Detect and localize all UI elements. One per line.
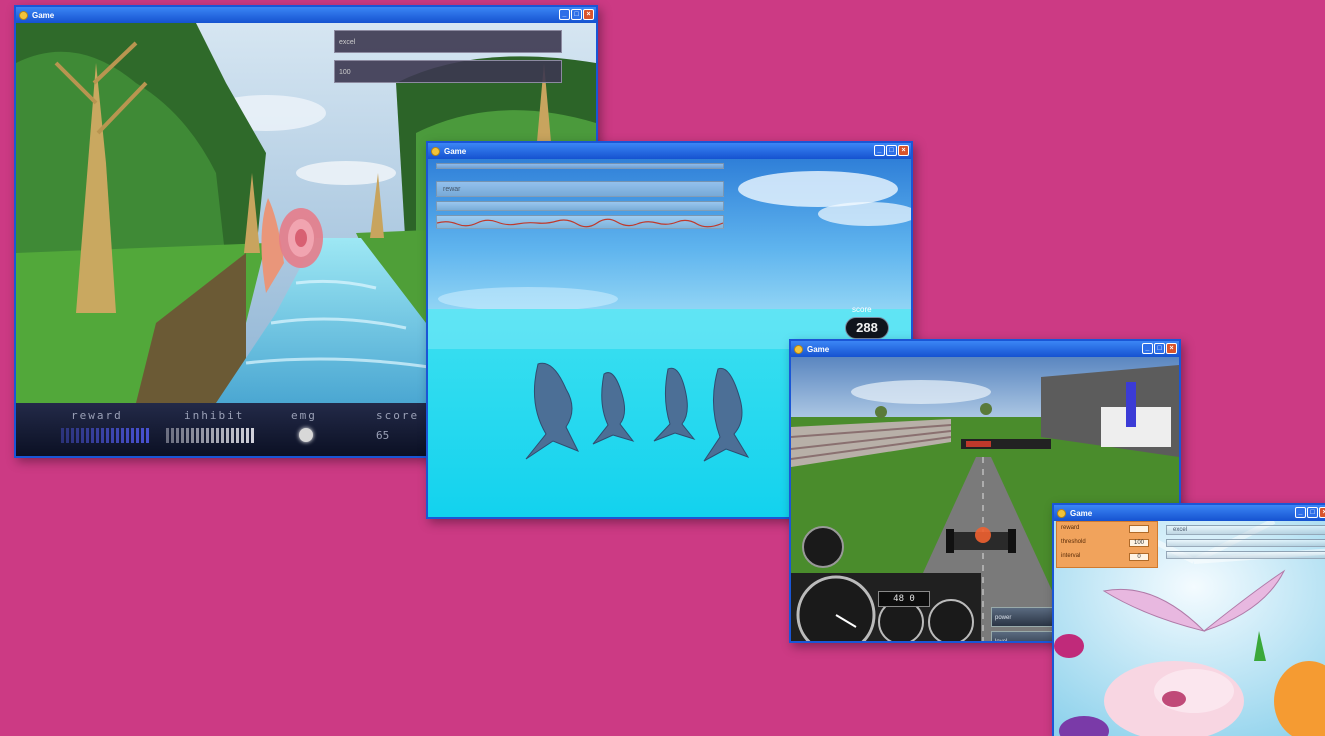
meter-segment <box>96 428 99 443</box>
signal-trace <box>436 218 724 228</box>
meter-segment <box>71 428 74 443</box>
meter-segment <box>226 428 229 443</box>
meter-segment <box>91 428 94 443</box>
meter-segment <box>171 428 174 443</box>
meter-segment <box>241 428 244 443</box>
minimize-icon[interactable]: _ <box>1295 507 1306 518</box>
hud-bar-top-label: excel <box>339 39 356 46</box>
meter-segment <box>206 428 209 443</box>
hud-bar-middle <box>1166 539 1325 547</box>
meter-segment <box>196 428 199 443</box>
meter-segment <box>251 428 254 443</box>
panel-field[interactable]: 0 <box>1129 553 1149 561</box>
meter-segment <box>76 428 79 443</box>
speed-readout: 48 0 <box>878 591 930 607</box>
hud-bar-top: excel <box>1166 525 1325 535</box>
hud-bar-bottom-label: 100 <box>339 69 351 76</box>
panel-field[interactable] <box>1129 525 1149 533</box>
meter-segment <box>201 428 204 443</box>
window-title: Game <box>807 344 830 354</box>
window-title: Game <box>1070 508 1093 518</box>
meter-segment <box>181 428 184 443</box>
app-icon <box>431 146 440 156</box>
app-icon <box>794 344 803 354</box>
side-panel-level-label: level <box>995 639 1007 641</box>
minimize-icon[interactable]: _ <box>559 9 570 20</box>
meter-segment <box>106 428 109 443</box>
window-flower-game: Game _ □ × <box>1052 503 1325 736</box>
title-bar[interactable]: Game _ □ × <box>16 7 596 23</box>
hud-bar-reward-label: rewar <box>443 186 461 193</box>
app-icon <box>1057 508 1066 518</box>
side-panel-power: power <box>991 607 1061 627</box>
meter-segment <box>136 428 139 443</box>
meter-segment <box>86 428 89 443</box>
maximize-icon[interactable]: □ <box>1307 507 1318 518</box>
maximize-icon[interactable]: □ <box>571 9 582 20</box>
score-label: score <box>376 409 420 422</box>
minimize-icon[interactable]: _ <box>874 145 885 156</box>
window-title: Game <box>444 146 467 156</box>
close-icon[interactable]: × <box>1319 507 1325 518</box>
meter-segment <box>221 428 224 443</box>
hud-bar-middle <box>436 201 724 211</box>
meter-segment <box>111 428 114 443</box>
meter-segment <box>231 428 234 443</box>
panel-row-label: threshold <box>1061 539 1086 545</box>
hud-bar-top: excel <box>334 30 562 53</box>
side-panel-power-label: power <box>995 615 1012 621</box>
meter-segment <box>216 428 219 443</box>
score-caption-top: score <box>852 305 872 314</box>
hud-bar-bottom <box>1166 551 1325 559</box>
meter-segment <box>66 428 69 443</box>
side-panel-level: level <box>991 631 1061 641</box>
window-title: Game <box>32 10 55 20</box>
meter-segment <box>141 428 144 443</box>
score-display: 288 <box>845 317 889 339</box>
panel-row-label: reward <box>1061 525 1080 531</box>
app-icon <box>19 10 28 20</box>
inhibit-meter <box>166 428 254 443</box>
settings-panel: reward threshold interval 100 0 <box>1056 521 1158 568</box>
meter-segment <box>101 428 104 443</box>
meter-segment <box>246 428 249 443</box>
close-icon[interactable]: × <box>583 9 594 20</box>
minimize-icon[interactable]: _ <box>1142 343 1153 354</box>
maximize-icon[interactable]: □ <box>1154 343 1165 354</box>
title-bar[interactable]: Game _ □ × <box>428 143 911 159</box>
reward-label: reward <box>71 409 123 422</box>
meter-segment <box>116 428 119 443</box>
close-icon[interactable]: × <box>1166 343 1177 354</box>
meter-segment <box>211 428 214 443</box>
title-bar[interactable]: Game _ □ × <box>1054 505 1325 521</box>
meter-segment <box>131 428 134 443</box>
reward-meter <box>61 428 149 443</box>
title-bar[interactable]: Game _ □ × <box>791 341 1179 357</box>
panel-field[interactable]: 100 <box>1129 539 1149 547</box>
meter-segment <box>186 428 189 443</box>
maximize-icon[interactable]: □ <box>886 145 897 156</box>
meter-segment <box>121 428 124 443</box>
close-icon[interactable]: × <box>898 145 909 156</box>
meter-segment <box>81 428 84 443</box>
inhibit-label: inhibit <box>184 409 245 422</box>
emg-label: emg <box>291 409 317 422</box>
hud-bar-top-label: excel <box>1173 527 1188 533</box>
hud-bar-reward: rewar <box>436 181 724 197</box>
hud-bar-top <box>436 163 724 169</box>
meter-segment <box>146 428 149 443</box>
meter-segment <box>176 428 179 443</box>
meter-segment <box>191 428 194 443</box>
meter-segment <box>61 428 64 443</box>
score-value: 65 <box>376 429 390 442</box>
hud-bar-bottom: 100 <box>334 60 562 83</box>
hud-bar-signal <box>436 215 724 229</box>
meter-segment <box>236 428 239 443</box>
meter-segment <box>166 428 169 443</box>
meter-segment <box>126 428 129 443</box>
emg-indicator <box>299 428 313 442</box>
panel-row-label: interval <box>1061 553 1081 559</box>
